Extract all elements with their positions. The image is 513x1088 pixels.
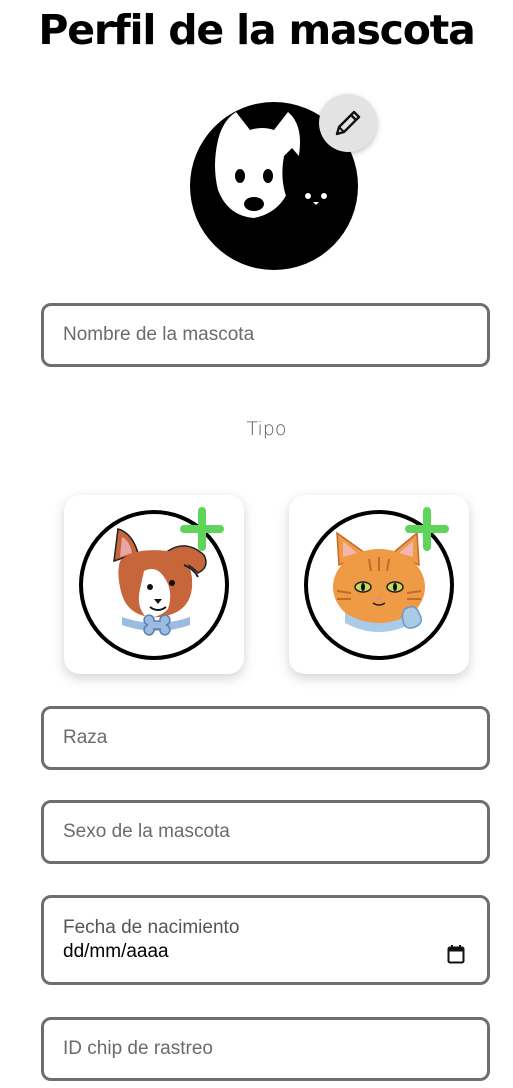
type-option-cat[interactable] xyxy=(289,495,469,674)
pencil-icon xyxy=(335,110,361,136)
breed-input[interactable]: Raza xyxy=(41,706,490,770)
breed-placeholder: Raza xyxy=(63,727,108,748)
birthdate-input[interactable]: Fecha de nacimiento dd/mm/aaaa xyxy=(41,895,490,985)
cat-icon xyxy=(304,507,454,660)
dog-icon xyxy=(79,507,229,660)
edit-avatar-button[interactable] xyxy=(319,94,377,152)
calendar-icon[interactable] xyxy=(447,944,465,964)
birthdate-value[interactable]: dd/mm/aaaa xyxy=(63,940,169,964)
tracking-chip-placeholder: ID chip de rastreo xyxy=(63,1038,213,1059)
type-label: Tipo xyxy=(246,418,287,440)
tracking-chip-input[interactable]: ID chip de rastreo xyxy=(41,1017,490,1081)
page-title: Perfil de la mascota xyxy=(38,6,475,54)
sex-placeholder: Sexo de la mascota xyxy=(63,821,230,842)
sex-input[interactable]: Sexo de la mascota xyxy=(41,800,490,864)
type-option-dog[interactable] xyxy=(64,495,244,674)
birthdate-label: Fecha de nacimiento xyxy=(63,917,240,938)
pet-name-placeholder: Nombre de la mascota xyxy=(63,324,255,345)
pet-name-input[interactable]: Nombre de la mascota xyxy=(41,303,490,367)
